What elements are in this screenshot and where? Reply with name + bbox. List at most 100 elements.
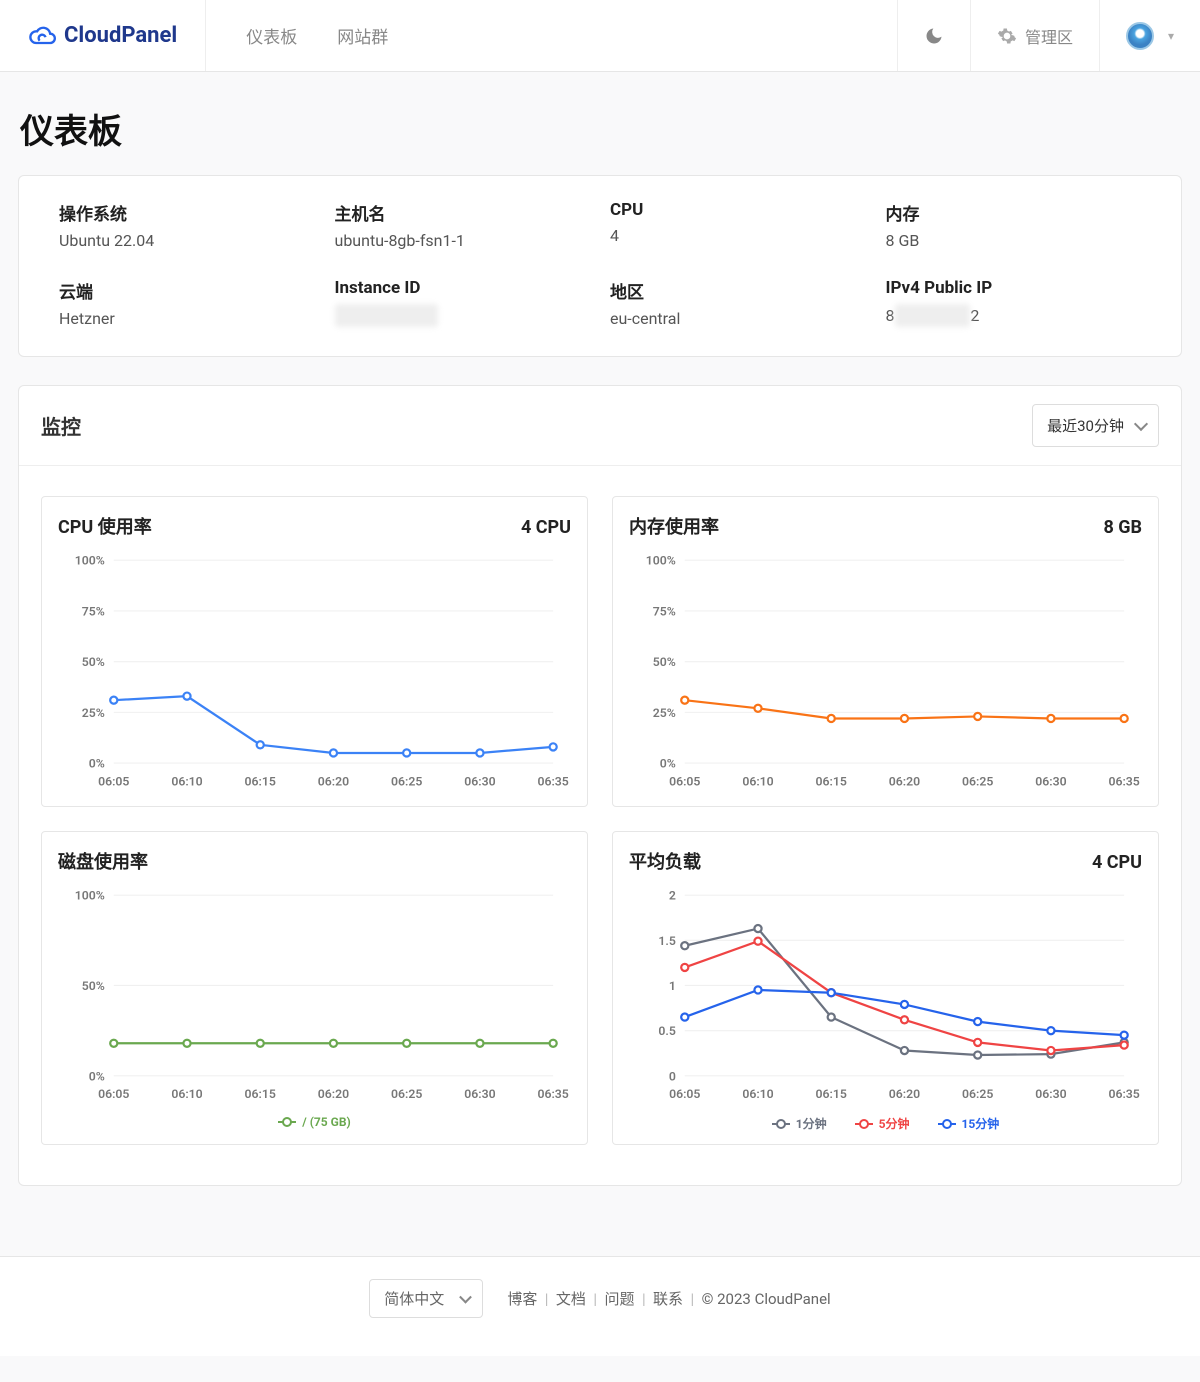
- svg-text:06:20: 06:20: [889, 1087, 920, 1101]
- time-range-select[interactable]: 最近30分钟: [1032, 404, 1159, 447]
- mem-plot: 0% 25% 50% 75% 100% 06:05 06:10 06:15 06:20 06:25…: [629, 549, 1142, 794]
- moon-icon: [924, 26, 944, 46]
- svg-text:1: 1: [669, 979, 676, 993]
- nav-sites[interactable]: 网站群: [337, 23, 388, 48]
- footer-contact[interactable]: 联系: [653, 1290, 683, 1308]
- svg-text:06:20: 06:20: [318, 1087, 349, 1101]
- chart-cpu: CPU 使用率 4 CPU 0%25%50%75%100%06:0506:100…: [41, 496, 588, 807]
- svg-text:06:25: 06:25: [391, 774, 422, 788]
- svg-text:1.5: 1.5: [658, 934, 675, 948]
- region-value: eu-central: [610, 309, 866, 328]
- svg-text:06:20: 06:20: [889, 774, 920, 788]
- svg-text:06:05: 06:05: [98, 1087, 129, 1101]
- svg-text:06:30: 06:30: [1035, 1087, 1066, 1101]
- cloud-label: 云端: [59, 278, 315, 303]
- svg-text:06:35: 06:35: [537, 774, 568, 788]
- footer-docs[interactable]: 文档: [556, 1290, 586, 1308]
- admin-area-link[interactable]: 管理区: [970, 0, 1099, 71]
- svg-text:0.5: 0.5: [658, 1024, 675, 1038]
- gear-icon: [997, 26, 1017, 46]
- chart-disk: 磁盘使用率 0% 50% 100% 06:05 06:10 06:15 06:20 06:25…: [41, 831, 588, 1145]
- avatar-icon: [1126, 22, 1154, 50]
- legend-1min: 1分钟: [796, 1115, 827, 1132]
- chart-load: 平均负载 4 CPU 00.511.5206:0506:1006:1506:20…: [612, 831, 1159, 1145]
- svg-text:2: 2: [669, 889, 676, 903]
- svg-text:0%: 0%: [660, 757, 676, 771]
- chart-cpu-title: CPU 使用率: [58, 513, 152, 539]
- svg-text:06:15: 06:15: [245, 774, 276, 788]
- svg-text:25%: 25%: [653, 706, 676, 720]
- instance-label: Instance ID: [335, 278, 591, 298]
- user-menu[interactable]: ▾: [1099, 0, 1200, 71]
- monitor-title: 监控: [41, 411, 81, 440]
- svg-text:50%: 50%: [82, 979, 105, 993]
- svg-text:06:25: 06:25: [391, 1087, 422, 1101]
- svg-text:0%: 0%: [89, 1070, 105, 1084]
- svg-text:06:05: 06:05: [669, 1087, 700, 1101]
- host-value: ubuntu-8gb-fsn1-1: [335, 231, 591, 250]
- cpu-plot: 0%25%50%75%100%06:0506:1006:1506:2006:25…: [58, 549, 571, 794]
- chart-mem-title: 内存使用率: [629, 513, 719, 539]
- footer-copyright: © 2023 CloudPanel: [702, 1290, 831, 1308]
- svg-text:06:10: 06:10: [171, 774, 202, 788]
- svg-text:75%: 75%: [82, 604, 105, 618]
- logo[interactable]: CloudPanel: [0, 0, 206, 71]
- svg-text:06:35: 06:35: [537, 1087, 568, 1101]
- chevron-down-icon: ▾: [1168, 29, 1174, 43]
- ip-label: IPv4 Public IP: [886, 278, 1142, 298]
- mem-value: 8 GB: [886, 231, 1142, 250]
- svg-text:50%: 50%: [653, 655, 676, 669]
- monitoring-card: 监控 最近30分钟 CPU 使用率 4 CPU 0%25%50%75%100%0…: [18, 385, 1182, 1186]
- legend-15min: 15分钟: [962, 1115, 1000, 1132]
- svg-text:06:30: 06:30: [464, 774, 495, 788]
- svg-text:100%: 100%: [646, 554, 676, 568]
- svg-text:06:25: 06:25: [962, 1087, 993, 1101]
- legend-5min: 5分钟: [879, 1115, 910, 1132]
- svg-text:06:05: 06:05: [669, 774, 700, 788]
- chart-disk-title: 磁盘使用率: [58, 848, 148, 874]
- host-label: 主机名: [335, 200, 591, 225]
- cpu-value: 4: [610, 226, 866, 245]
- svg-text:06:25: 06:25: [962, 774, 993, 788]
- chart-mem-right: 8 GB: [1103, 517, 1142, 538]
- chart-load-right: 4 CPU: [1092, 852, 1142, 873]
- svg-text:06:10: 06:10: [742, 1087, 773, 1101]
- region-label: 地区: [610, 278, 866, 303]
- mem-label: 内存: [886, 200, 1142, 225]
- page-title: 仪表板: [20, 104, 1180, 153]
- footer-blog[interactable]: 博客: [507, 1290, 537, 1308]
- chart-mem: 内存使用率 8 GB 0% 25% 50% 75% 100% 06:05 06:10 06:1…: [612, 496, 1159, 807]
- svg-text:06:30: 06:30: [464, 1087, 495, 1101]
- svg-text:06:10: 06:10: [742, 774, 773, 788]
- os-value: Ubuntu 22.04: [59, 231, 315, 250]
- disk-plot: 0% 50% 100% 06:05 06:10 06:15 06:20 06:25 06:30 0…: [58, 884, 571, 1107]
- theme-toggle[interactable]: [897, 0, 970, 71]
- chart-cpu-right: 4 CPU: [521, 517, 571, 538]
- nav-dashboard[interactable]: 仪表板: [246, 23, 297, 48]
- instance-value: xxxxxxx: [335, 304, 591, 327]
- os-label: 操作系统: [59, 200, 315, 225]
- svg-text:06:15: 06:15: [245, 1087, 276, 1101]
- svg-text:06:15: 06:15: [816, 774, 847, 788]
- svg-text:06:35: 06:35: [1108, 774, 1139, 788]
- cpu-label: CPU: [610, 200, 866, 220]
- svg-text:06:05: 06:05: [98, 774, 129, 788]
- admin-area-label: 管理区: [1025, 24, 1073, 48]
- svg-text:100%: 100%: [75, 889, 105, 903]
- legend-disk: / (75 GB): [302, 1115, 350, 1129]
- svg-text:06:10: 06:10: [171, 1087, 202, 1101]
- svg-text:06:15: 06:15: [816, 1087, 847, 1101]
- language-select[interactable]: 简体中文: [369, 1279, 483, 1318]
- load-plot: 00.511.5206:0506:1006:1506:2006:2506:300…: [629, 884, 1142, 1107]
- svg-text:100%: 100%: [75, 554, 105, 568]
- footer: 简体中文 博客 | 文档 | 问题 | 联系 | © 2023 CloudPan…: [0, 1256, 1200, 1356]
- svg-text:0: 0: [669, 1070, 676, 1084]
- ip-value: 8xxx2: [886, 304, 980, 327]
- svg-text:75%: 75%: [653, 604, 676, 618]
- svg-text:06:30: 06:30: [1035, 774, 1066, 788]
- brand-text: CloudPanel: [64, 23, 177, 48]
- svg-text:06:20: 06:20: [318, 774, 349, 788]
- cloud-value: Hetzner: [59, 309, 315, 328]
- system-info-card: 操作系统 Ubuntu 22.04 主机名 ubuntu-8gb-fsn1-1 CP…: [18, 175, 1182, 357]
- footer-issues[interactable]: 问题: [604, 1290, 634, 1308]
